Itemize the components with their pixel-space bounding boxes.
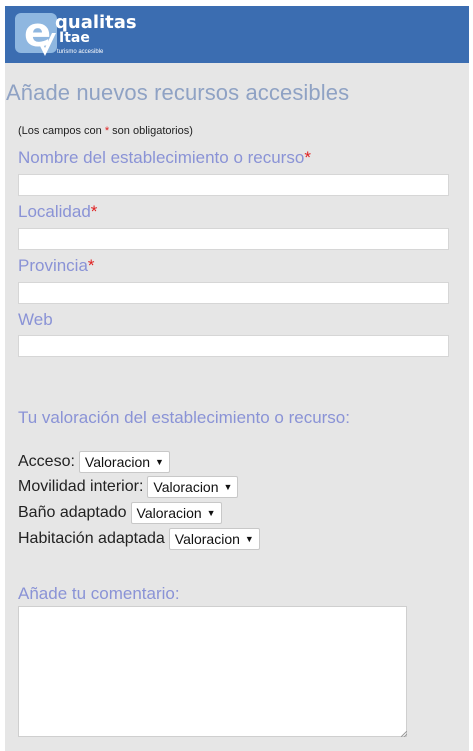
triangle-down-icon: ▼ — [244, 534, 254, 544]
page-panel: e qualitas Itae turismo accesible Añade … — [5, 6, 469, 751]
required-fields-note: (Los campos con * son obligatorios) — [18, 125, 193, 137]
field-label-text: Web — [18, 310, 53, 329]
rating-label: Habitación adaptada — [18, 530, 165, 547]
equalitas-logo[interactable]: e qualitas Itae turismo accesible — [11, 10, 137, 60]
select-value: Valoracion — [84, 454, 151, 470]
select-value: Valoracion — [136, 505, 202, 521]
rating-row-acceso: Acceso: Valoracion ▼ — [18, 451, 170, 473]
triangle-down-icon: ▼ — [206, 508, 216, 518]
logo-word-itae: Itae — [59, 30, 90, 46]
rating-label: Acceso: — [18, 453, 75, 470]
web-label: Web — [18, 310, 53, 330]
page-title: Añade nuevos recursos accesibles — [6, 80, 350, 105]
field-label-text: Localidad — [18, 202, 91, 221]
bano-rating-select[interactable]: Valoracion ▼ — [130, 502, 222, 524]
triangle-down-icon: ▼ — [155, 457, 164, 467]
checkmark-icon — [38, 33, 56, 56]
required-star: * — [90, 202, 98, 221]
web-input[interactable] — [18, 335, 449, 357]
establishment-name-input[interactable] — [18, 174, 449, 196]
field-label-text: Nombre del establecimiento o recurso — [18, 148, 305, 167]
rating-row-habitacion: Habitación adaptada Valoracion ▼ — [18, 528, 260, 550]
comment-textarea[interactable] — [18, 606, 407, 737]
resize-grip-icon[interactable] — [401, 731, 407, 737]
establishment-name-label: Nombre del establecimiento o recurso* — [18, 148, 311, 168]
rating-label: Baño adaptado — [18, 504, 127, 521]
rating-row-bano: Baño adaptado Valoracion ▼ — [18, 502, 222, 524]
select-value: Valoracion — [174, 531, 240, 547]
field-label-text: Provincia — [18, 256, 88, 275]
triangle-down-icon: ▼ — [223, 482, 233, 492]
habitacion-rating-select[interactable]: Valoracion ▼ — [168, 528, 260, 550]
required-star: * — [87, 256, 95, 275]
province-input[interactable] — [18, 282, 449, 304]
rating-heading: Tu valoración del establecimiento o recu… — [18, 408, 350, 427]
province-label: Provincia* — [18, 256, 95, 276]
comment-label: Añade tu comentario: — [18, 584, 180, 603]
locality-label: Localidad* — [18, 202, 97, 222]
acceso-rating-select[interactable]: Valoracion ▼ — [78, 451, 170, 473]
required-star: * — [304, 148, 311, 167]
required-note-text-before: (Los campos con — [18, 125, 105, 137]
logo-tagline: turismo accesible — [57, 49, 104, 55]
locality-input[interactable] — [18, 228, 449, 250]
rating-row-movilidad: Movilidad interior: Valoracion ▼ — [18, 476, 239, 498]
required-note-text-after: son obligatorios) — [109, 125, 193, 137]
rating-label: Movilidad interior: — [18, 478, 144, 495]
movilidad-rating-select[interactable]: Valoracion ▼ — [147, 476, 239, 498]
select-value: Valoracion — [153, 479, 219, 495]
site-header: e qualitas Itae turismo accesible — [5, 6, 469, 63]
